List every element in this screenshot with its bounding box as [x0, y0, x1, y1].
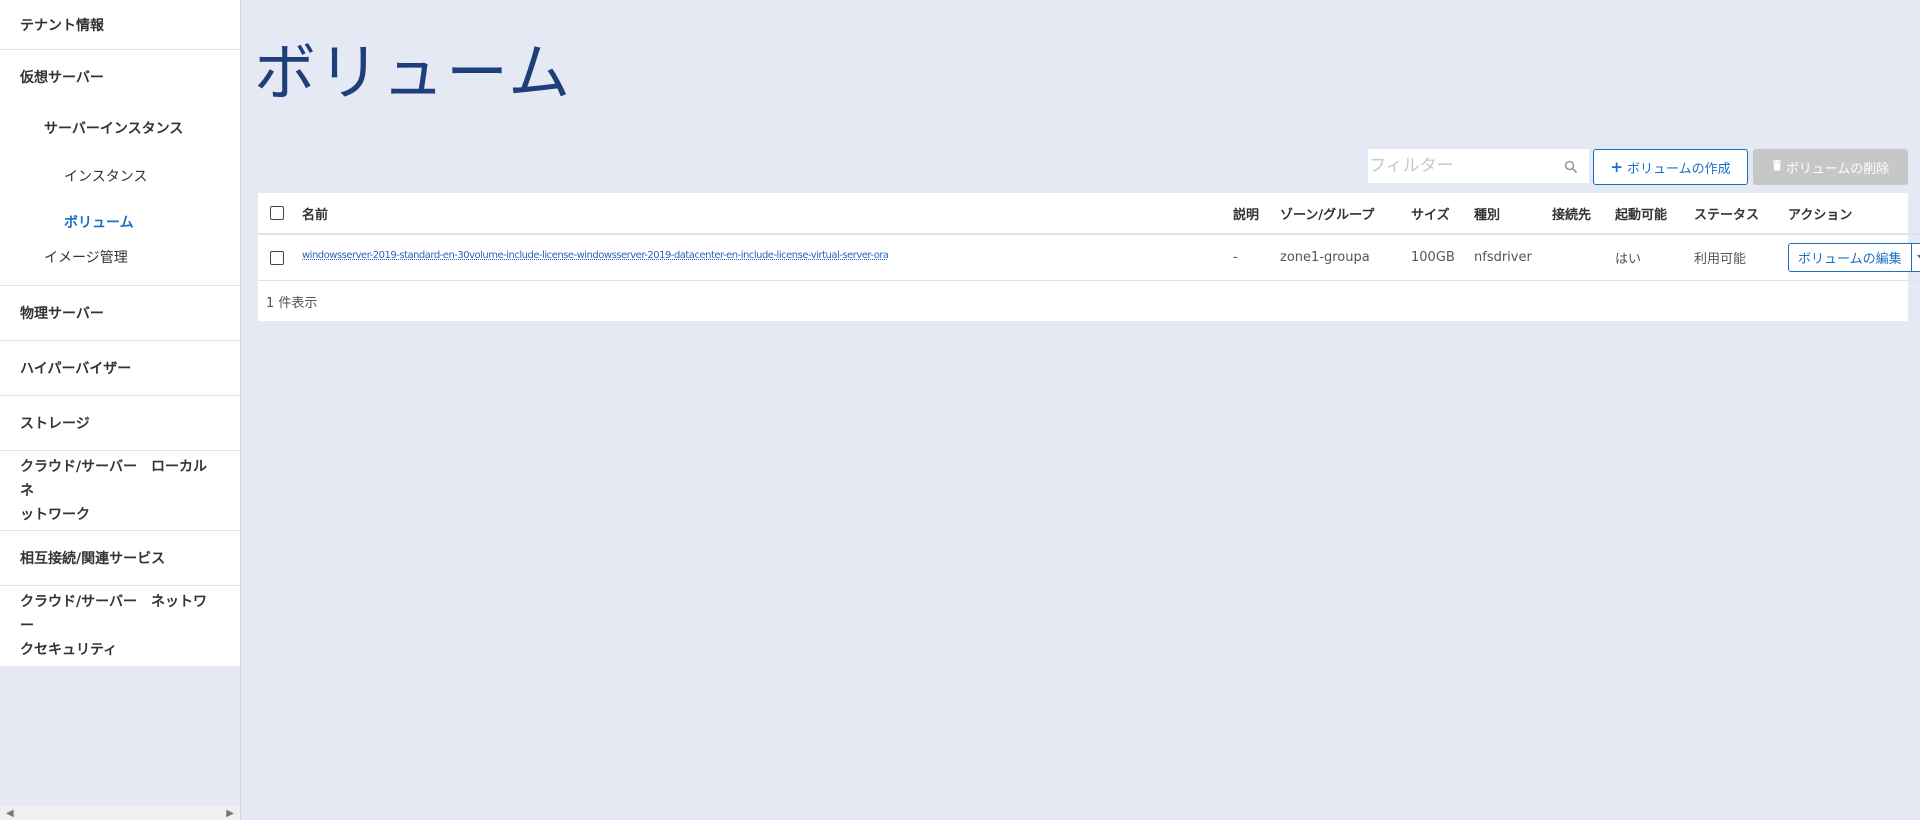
select-all-checkbox[interactable]	[270, 206, 284, 220]
cell-bootable: はい	[1611, 234, 1690, 281]
volume-name-link[interactable]: windowsserver-2019-standard-en-30volume-…	[302, 250, 889, 261]
col-name[interactable]: 名前	[298, 193, 1229, 235]
filter-field[interactable]	[1368, 149, 1589, 183]
sidebar: テナント情報 仮想サーバー サーバーインスタンス インスタンス ボリューム イメ…	[0, 0, 241, 822]
col-type[interactable]: 種別	[1470, 193, 1548, 235]
col-zone[interactable]: ゾーン/グループ	[1276, 193, 1407, 235]
sidebar-item-instance[interactable]: インスタンス	[0, 153, 240, 199]
table-row: windowsserver-2019-standard-en-30volume-…	[258, 234, 1920, 281]
sidebar-item-interconnect[interactable]: 相互接続/関連サービス	[0, 531, 240, 586]
col-attach[interactable]: 接続先	[1548, 193, 1611, 235]
delete-volume-button[interactable]: ボリュームの削除	[1753, 149, 1908, 185]
cell-attach	[1548, 234, 1611, 281]
col-size[interactable]: サイズ	[1407, 193, 1470, 235]
row-checkbox[interactable]	[270, 250, 284, 265]
sidebar-item-cloud-local-network[interactable]: クラウド/サーバー ローカルネ ットワーク	[0, 451, 240, 531]
table-header-row: 名前 説明 ゾーン/グループ サイズ 種別 接続先 起動可能 ステータス アクシ…	[258, 193, 1920, 235]
cell-description: -	[1229, 234, 1276, 281]
page-title: ボリューム	[254, 36, 573, 109]
scroll-right-icon[interactable]: ▶	[226, 808, 234, 819]
col-bootable[interactable]: 起動可能	[1611, 193, 1690, 235]
cell-zone: zone1-groupa	[1276, 234, 1407, 281]
sidebar-item-server-instance[interactable]: サーバーインスタンス	[0, 103, 240, 153]
filter-input[interactable]	[1369, 150, 1549, 182]
volume-table: 名前 説明 ゾーン/グループ サイズ 種別 接続先 起動可能 ステータス アクシ…	[258, 193, 1920, 321]
sidebar-item-tenant-info[interactable]: テナント情報	[0, 0, 240, 50]
search-icon[interactable]	[1564, 159, 1578, 178]
sidebar-item-storage[interactable]: ストレージ	[0, 396, 240, 451]
bottom-strip	[0, 820, 1920, 834]
sidebar-item-image-mgmt[interactable]: イメージ管理	[0, 245, 240, 286]
create-volume-button[interactable]: + ボリュームの作成	[1593, 149, 1748, 185]
sidebar-item-virtual-server[interactable]: 仮想サーバー	[0, 50, 240, 103]
sidebar-item-physical-server[interactable]: 物理サーバー	[0, 286, 240, 341]
col-action: アクション	[1784, 193, 1920, 235]
cell-type: nfsdriver	[1470, 234, 1548, 281]
plus-icon: +	[1610, 158, 1623, 176]
sidebar-item-volume[interactable]: ボリューム	[0, 199, 240, 245]
col-status[interactable]: ステータス	[1690, 193, 1784, 235]
cell-size: 100GB	[1407, 234, 1470, 281]
row-action-group: ボリュームの編集	[1788, 243, 1920, 272]
col-description[interactable]: 説明	[1229, 193, 1276, 235]
sidebar-item-cloud-network-security[interactable]: クラウド/サーバー ネットワー クセキュリティ	[0, 586, 240, 666]
action-dropdown-button[interactable]	[1911, 243, 1920, 272]
edit-volume-button[interactable]: ボリュームの編集	[1788, 243, 1912, 272]
scroll-left-icon[interactable]: ◀	[6, 808, 14, 819]
row-count-text: 1 件表示	[266, 295, 318, 311]
sidebar-menu: テナント情報 仮想サーバー サーバーインスタンス インスタンス ボリューム イメ…	[0, 0, 240, 666]
sidebar-item-hypervisor[interactable]: ハイパーバイザー	[0, 341, 240, 396]
cell-status: 利用可能	[1690, 234, 1784, 281]
trash-icon	[1772, 160, 1782, 174]
